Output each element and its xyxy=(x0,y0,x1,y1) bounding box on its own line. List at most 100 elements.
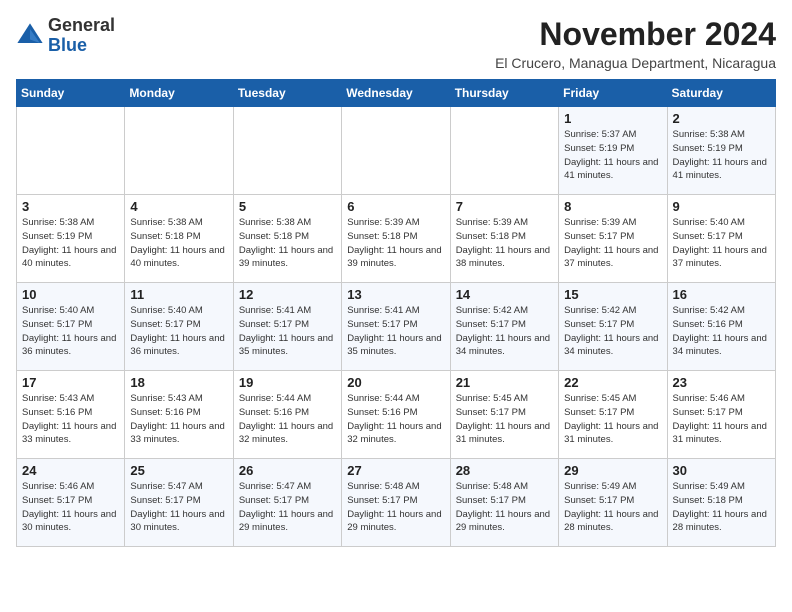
header-day-tuesday: Tuesday xyxy=(233,80,341,107)
day-cell-12: 12Sunrise: 5:41 AMSunset: 5:17 PMDayligh… xyxy=(233,283,341,371)
day-number: 5 xyxy=(239,199,336,214)
day-info: Sunrise: 5:41 AMSunset: 5:17 PMDaylight:… xyxy=(239,304,336,359)
logo-general: General xyxy=(48,15,115,35)
location: El Crucero, Managua Department, Nicaragu… xyxy=(495,55,776,71)
empty-cell xyxy=(450,107,558,195)
day-cell-16: 16Sunrise: 5:42 AMSunset: 5:16 PMDayligh… xyxy=(667,283,775,371)
day-info: Sunrise: 5:40 AMSunset: 5:17 PMDaylight:… xyxy=(130,304,227,359)
header-day-thursday: Thursday xyxy=(450,80,558,107)
day-cell-5: 5 Sunrise: 5:38 AMSunset: 5:18 PMDaylight… xyxy=(233,195,341,283)
day-info: Sunrise: 5:43 AMSunset: 5:16 PMDaylight:… xyxy=(130,392,227,447)
empty-cell xyxy=(17,107,125,195)
day-info: Sunrise: 5:40 AMSunset: 5:17 PMDaylight:… xyxy=(22,304,119,359)
month-title: November 2024 xyxy=(495,16,776,53)
day-number: 1 xyxy=(564,111,661,126)
day-cell-23: 23 Sunrise: 5:46 AMSunset: 5:17 PMDayligh… xyxy=(667,371,775,459)
day-cell-1: 1Sunrise: 5:37 AMSunset: 5:19 PMDaylight… xyxy=(559,107,667,195)
day-cell-18: 18 Sunrise: 5:43 AMSunset: 5:16 PMDayligh… xyxy=(125,371,233,459)
week-row-4: 24 Sunrise: 5:46 AMSunset: 5:17 PMDayligh… xyxy=(17,459,776,547)
day-number: 20 xyxy=(347,375,444,390)
day-info: Sunrise: 5:42 AMSunset: 5:17 PMDaylight:… xyxy=(456,304,553,359)
logo-icon xyxy=(16,22,44,50)
week-row-2: 10 Sunrise: 5:40 AMSunset: 5:17 PMDayligh… xyxy=(17,283,776,371)
day-cell-17: 17Sunrise: 5:43 AMSunset: 5:16 PMDayligh… xyxy=(17,371,125,459)
day-cell-29: 29 Sunrise: 5:49 AMSunset: 5:17 PMDayligh… xyxy=(559,459,667,547)
header-day-saturday: Saturday xyxy=(667,80,775,107)
calendar-header: SundayMondayTuesdayWednesdayThursdayFrid… xyxy=(17,80,776,107)
day-info: Sunrise: 5:39 AMSunset: 5:17 PMDaylight:… xyxy=(564,216,661,271)
logo: General Blue xyxy=(16,16,115,56)
day-number: 8 xyxy=(564,199,661,214)
day-number: 30 xyxy=(673,463,770,478)
day-info: Sunrise: 5:47 AMSunset: 5:17 PMDaylight:… xyxy=(130,480,227,535)
day-info: Sunrise: 5:48 AMSunset: 5:17 PMDaylight:… xyxy=(456,480,553,535)
day-number: 29 xyxy=(564,463,661,478)
day-cell-14: 14 Sunrise: 5:42 AMSunset: 5:17 PMDayligh… xyxy=(450,283,558,371)
day-cell-24: 24 Sunrise: 5:46 AMSunset: 5:17 PMDayligh… xyxy=(17,459,125,547)
day-number: 3 xyxy=(22,199,119,214)
day-number: 28 xyxy=(456,463,553,478)
week-row-0: 1Sunrise: 5:37 AMSunset: 5:19 PMDaylight… xyxy=(17,107,776,195)
day-number: 6 xyxy=(347,199,444,214)
day-cell-9: 9Sunrise: 5:40 AMSunset: 5:17 PMDaylight… xyxy=(667,195,775,283)
day-info: Sunrise: 5:38 AMSunset: 5:18 PMDaylight:… xyxy=(239,216,336,271)
header-row: SundayMondayTuesdayWednesdayThursdayFrid… xyxy=(17,80,776,107)
day-number: 26 xyxy=(239,463,336,478)
empty-cell xyxy=(125,107,233,195)
day-number: 14 xyxy=(456,287,553,302)
day-number: 7 xyxy=(456,199,553,214)
day-info: Sunrise: 5:49 AMSunset: 5:17 PMDaylight:… xyxy=(564,480,661,535)
empty-cell xyxy=(342,107,450,195)
day-cell-21: 21 Sunrise: 5:45 AMSunset: 5:17 PMDayligh… xyxy=(450,371,558,459)
day-cell-22: 22 Sunrise: 5:45 AMSunset: 5:17 PMDayligh… xyxy=(559,371,667,459)
day-cell-4: 4Sunrise: 5:38 AMSunset: 5:18 PMDaylight… xyxy=(125,195,233,283)
logo-text: General Blue xyxy=(48,16,115,56)
day-cell-15: 15 Sunrise: 5:42 AMSunset: 5:17 PMDayligh… xyxy=(559,283,667,371)
day-info: Sunrise: 5:38 AMSunset: 5:18 PMDaylight:… xyxy=(130,216,227,271)
page-header: General Blue November 2024 El Crucero, M… xyxy=(16,16,776,71)
week-row-3: 17Sunrise: 5:43 AMSunset: 5:16 PMDayligh… xyxy=(17,371,776,459)
day-cell-13: 13Sunrise: 5:41 AMSunset: 5:17 PMDayligh… xyxy=(342,283,450,371)
header-day-sunday: Sunday xyxy=(17,80,125,107)
day-number: 19 xyxy=(239,375,336,390)
header-day-wednesday: Wednesday xyxy=(342,80,450,107)
day-cell-2: 2 Sunrise: 5:38 AMSunset: 5:19 PMDaylight… xyxy=(667,107,775,195)
day-info: Sunrise: 5:46 AMSunset: 5:17 PMDaylight:… xyxy=(22,480,119,535)
day-info: Sunrise: 5:49 AMSunset: 5:18 PMDaylight:… xyxy=(673,480,770,535)
title-block: November 2024 El Crucero, Managua Depart… xyxy=(495,16,776,71)
day-info: Sunrise: 5:39 AMSunset: 5:18 PMDaylight:… xyxy=(347,216,444,271)
day-number: 23 xyxy=(673,375,770,390)
day-cell-8: 8 Sunrise: 5:39 AMSunset: 5:17 PMDaylight… xyxy=(559,195,667,283)
day-number: 10 xyxy=(22,287,119,302)
day-number: 21 xyxy=(456,375,553,390)
day-cell-25: 25 Sunrise: 5:47 AMSunset: 5:17 PMDayligh… xyxy=(125,459,233,547)
empty-cell xyxy=(233,107,341,195)
day-number: 18 xyxy=(130,375,227,390)
day-number: 2 xyxy=(673,111,770,126)
day-cell-30: 30 Sunrise: 5:49 AMSunset: 5:18 PMDayligh… xyxy=(667,459,775,547)
day-info: Sunrise: 5:46 AMSunset: 5:17 PMDaylight:… xyxy=(673,392,770,447)
day-info: Sunrise: 5:45 AMSunset: 5:17 PMDaylight:… xyxy=(564,392,661,447)
day-cell-19: 19 Sunrise: 5:44 AMSunset: 5:16 PMDayligh… xyxy=(233,371,341,459)
day-info: Sunrise: 5:38 AMSunset: 5:19 PMDaylight:… xyxy=(673,128,770,183)
week-row-1: 3Sunrise: 5:38 AMSunset: 5:19 PMDaylight… xyxy=(17,195,776,283)
day-number: 15 xyxy=(564,287,661,302)
day-cell-3: 3Sunrise: 5:38 AMSunset: 5:19 PMDaylight… xyxy=(17,195,125,283)
day-number: 25 xyxy=(130,463,227,478)
calendar-body: 1Sunrise: 5:37 AMSunset: 5:19 PMDaylight… xyxy=(17,107,776,547)
day-number: 24 xyxy=(22,463,119,478)
header-day-friday: Friday xyxy=(559,80,667,107)
day-info: Sunrise: 5:39 AMSunset: 5:18 PMDaylight:… xyxy=(456,216,553,271)
day-info: Sunrise: 5:48 AMSunset: 5:17 PMDaylight:… xyxy=(347,480,444,535)
day-number: 11 xyxy=(130,287,227,302)
day-info: Sunrise: 5:41 AMSunset: 5:17 PMDaylight:… xyxy=(347,304,444,359)
day-number: 22 xyxy=(564,375,661,390)
day-info: Sunrise: 5:44 AMSunset: 5:16 PMDaylight:… xyxy=(239,392,336,447)
day-cell-7: 7 Sunrise: 5:39 AMSunset: 5:18 PMDaylight… xyxy=(450,195,558,283)
day-info: Sunrise: 5:43 AMSunset: 5:16 PMDaylight:… xyxy=(22,392,119,447)
day-cell-28: 28 Sunrise: 5:48 AMSunset: 5:17 PMDayligh… xyxy=(450,459,558,547)
day-info: Sunrise: 5:40 AMSunset: 5:17 PMDaylight:… xyxy=(673,216,770,271)
day-info: Sunrise: 5:45 AMSunset: 5:17 PMDaylight:… xyxy=(456,392,553,447)
day-info: Sunrise: 5:42 AMSunset: 5:17 PMDaylight:… xyxy=(564,304,661,359)
logo-blue: Blue xyxy=(48,35,87,55)
